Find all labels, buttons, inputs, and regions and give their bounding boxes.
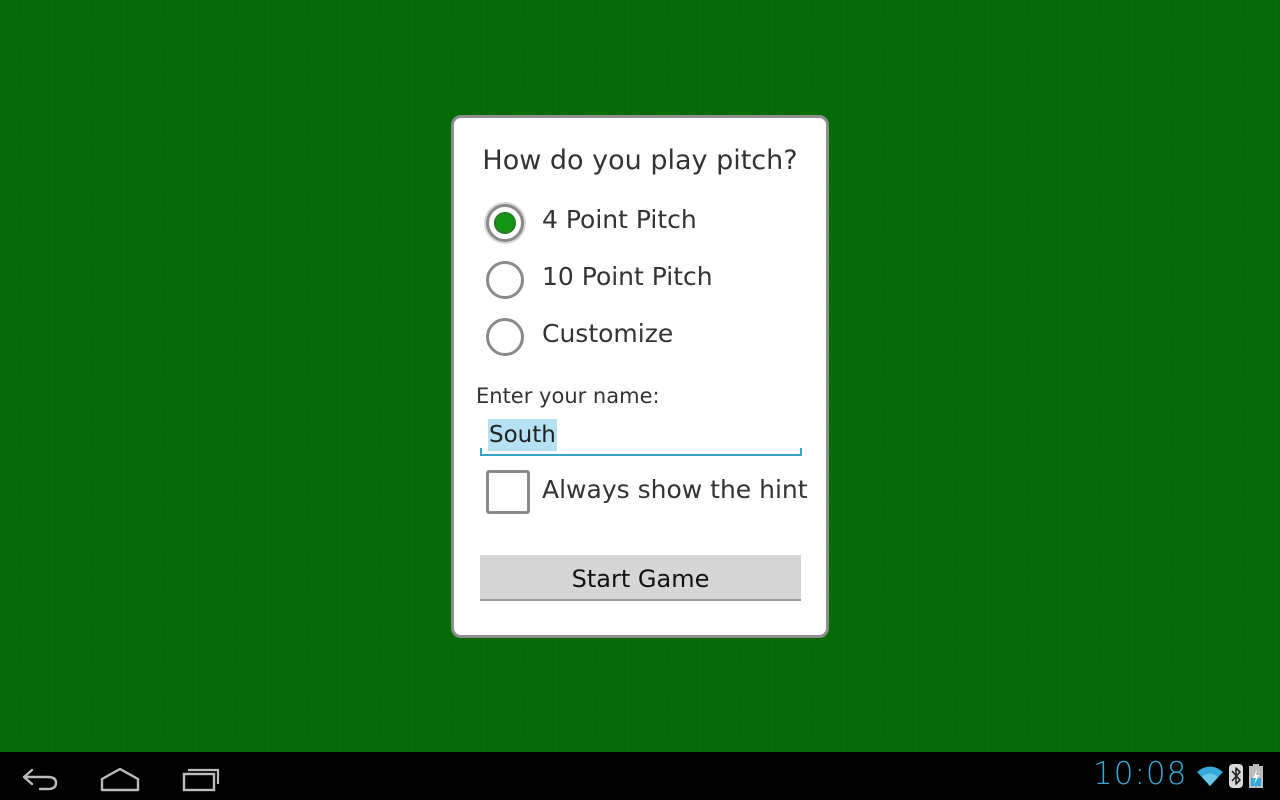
radio-label: Customize xyxy=(542,319,674,348)
bluetooth-icon xyxy=(1229,764,1243,788)
recent-apps-icon xyxy=(182,768,220,792)
radio-button-selected[interactable] xyxy=(486,204,524,242)
system-navigation-bar: 10:08 xyxy=(0,752,1280,800)
radio-selected-dot xyxy=(494,212,516,234)
radio-option-10-point-pitch[interactable]: 10 Point Pitch xyxy=(486,259,816,307)
recent-apps-button[interactable] xyxy=(170,760,230,794)
screen: How do you play pitch? 4 Point Pitch 10 … xyxy=(0,0,1280,800)
radio-label: 10 Point Pitch xyxy=(542,262,713,291)
wifi-icon xyxy=(1197,766,1223,786)
back-icon xyxy=(22,768,58,791)
home-icon xyxy=(100,767,140,792)
name-input-selected-text[interactable]: South xyxy=(488,419,557,451)
always-show-hint-option[interactable]: Always show the hint xyxy=(486,470,816,518)
status-clock: 10:08 xyxy=(1093,756,1188,792)
start-game-button[interactable]: Start Game xyxy=(480,555,801,601)
name-input[interactable]: South xyxy=(480,418,802,456)
always-show-hint-label: Always show the hint xyxy=(542,475,808,504)
back-button[interactable] xyxy=(10,760,70,794)
battery-charging-icon xyxy=(1249,764,1263,788)
radio-label: 4 Point Pitch xyxy=(542,205,697,234)
radio-option-customize[interactable]: Customize xyxy=(486,316,816,364)
name-field-label: Enter your name: xyxy=(476,384,660,408)
always-show-hint-checkbox[interactable] xyxy=(486,470,530,514)
home-button[interactable] xyxy=(90,760,150,794)
radio-button[interactable] xyxy=(486,261,524,299)
radio-button[interactable] xyxy=(486,318,524,356)
radio-option-4-point-pitch[interactable]: 4 Point Pitch xyxy=(486,202,816,250)
game-setup-dialog: How do you play pitch? 4 Point Pitch 10 … xyxy=(451,115,829,638)
dialog-title: How do you play pitch? xyxy=(482,145,798,176)
